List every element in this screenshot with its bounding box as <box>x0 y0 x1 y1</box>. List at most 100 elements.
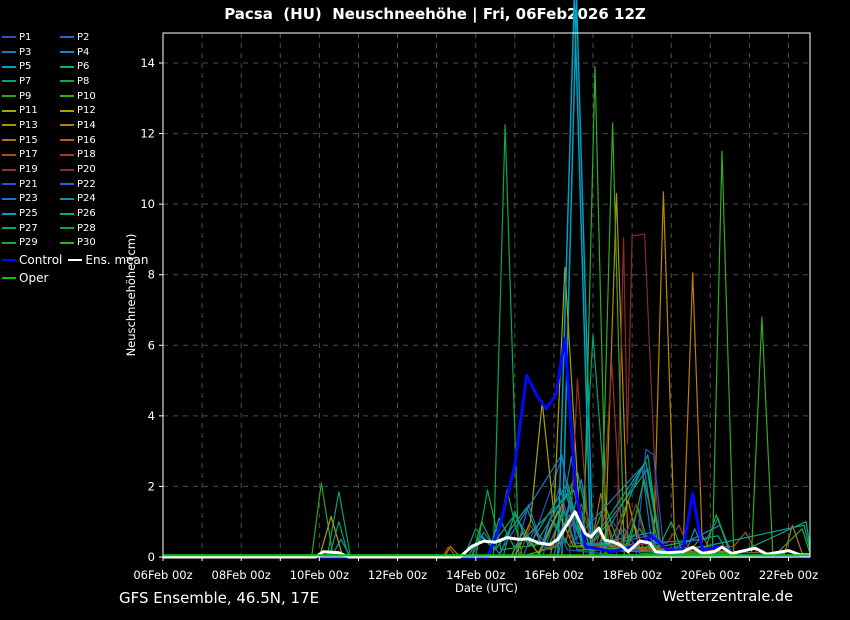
legend-swatch-icon <box>2 95 16 97</box>
legend-row: P5 P6 <box>2 59 155 74</box>
legend-item-p1: P1 <box>2 32 60 43</box>
legend-item-p27: P27 <box>2 223 60 234</box>
legend: P1 P2 P3 P4 P5 P6 P7 P8 P9 P10 P11 P12 P13P14 P15 P16 P… <box>2 30 155 286</box>
legend-swatch-icon <box>60 51 74 53</box>
legend-item-p4: P4 <box>60 47 118 58</box>
legend-swatch-icon <box>68 259 82 261</box>
x-tick-label: 08Feb 00z <box>212 568 271 582</box>
legend-row: Oper <box>2 270 155 286</box>
legend-item-p11: P11 <box>2 105 60 116</box>
legend-item-p18: P18 <box>60 149 118 160</box>
legend-label: P11 <box>19 105 38 116</box>
legend-row: P1 P2 <box>2 30 155 45</box>
legend-item-p20: P20 <box>60 164 118 175</box>
legend-swatch-icon <box>60 36 74 38</box>
legend-item-p8: P8 <box>60 76 118 87</box>
legend-swatch-icon <box>2 227 16 229</box>
legend-label: P4 <box>77 47 89 58</box>
legend-label: P15 <box>19 135 38 146</box>
series-line-p8 <box>163 125 810 557</box>
legend-item-p10: P10 <box>60 91 118 102</box>
legend-item-p22: P22 <box>60 179 118 190</box>
legend-item-p29: P29 <box>2 237 60 248</box>
legend-swatch-icon <box>2 110 16 112</box>
legend-swatch-icon <box>2 259 16 261</box>
legend-row: P17 P18 <box>2 148 155 163</box>
series-line-p10 <box>163 67 810 558</box>
legend-item-p5: P5 <box>2 61 60 72</box>
legend-label: P25 <box>19 208 38 219</box>
legend-swatch-icon <box>2 169 16 171</box>
legend-label: P19 <box>19 164 38 175</box>
legend-swatch-icon <box>2 139 16 141</box>
legend-swatch-icon <box>2 66 16 68</box>
legend-row: P27P28 <box>2 221 155 236</box>
legend-swatch-icon <box>60 110 74 112</box>
legend-row: P11 P12 <box>2 103 155 118</box>
legend-swatch-icon <box>2 124 16 126</box>
legend-item-p6: P6 <box>60 61 118 72</box>
legend-item-p24: P24 <box>60 193 118 204</box>
legend-label: P21 <box>19 179 38 190</box>
legend-label: Oper <box>19 271 48 285</box>
legend-row: P13P14 <box>2 118 155 133</box>
site-watermark: Wetterzentrale.de <box>662 589 793 605</box>
model-info-text: GFS Ensemble, 46.5N, 17E <box>119 589 319 607</box>
legend-item-p26: P26 <box>60 208 118 219</box>
legend-swatch-icon <box>60 227 74 229</box>
legend-row: P25 P26 <box>2 206 155 221</box>
legend-item-p19: P19 <box>2 164 60 175</box>
legend-swatch-icon <box>60 183 74 185</box>
x-tick-label: 06Feb 00z <box>133 568 192 582</box>
legend-swatch-icon <box>2 277 16 279</box>
legend-item-p7: P7 <box>2 76 60 87</box>
legend-row: P3 P4 <box>2 45 155 60</box>
legend-swatch-icon <box>60 242 74 244</box>
series-line-p30 <box>163 123 810 557</box>
legend-swatch-icon <box>60 198 74 200</box>
legend-swatch-icon <box>60 66 74 68</box>
x-tick-label: 18Feb 00z <box>602 568 661 582</box>
x-tick-label: 16Feb 00z <box>524 568 583 582</box>
x-tick-label: 10Feb 00z <box>290 568 349 582</box>
legend-label: P8 <box>77 76 89 87</box>
legend-swatch-icon <box>2 51 16 53</box>
legend-label: P10 <box>77 91 96 102</box>
legend-label: P26 <box>77 208 96 219</box>
legend-item-p12: P12 <box>60 105 118 116</box>
legend-label: P12 <box>77 105 96 116</box>
legend-swatch-icon <box>60 139 74 141</box>
legend-swatch-icon <box>2 36 16 38</box>
x-tick-label: 20Feb 00z <box>681 568 740 582</box>
legend-label: P9 <box>19 91 31 102</box>
legend-item-p21: P21 <box>2 179 60 190</box>
legend-swatch-icon <box>60 124 74 126</box>
legend-row: P21 P22 <box>2 177 155 192</box>
legend-swatch-icon <box>60 80 74 82</box>
legend-item-control: Control <box>2 253 62 267</box>
x-tick-label: 12Feb 00z <box>368 568 427 582</box>
legend-item-p28: P28 <box>60 223 118 234</box>
legend-swatch-icon <box>2 183 16 185</box>
legend-label: P16 <box>77 135 96 146</box>
legend-row: P19 P20 <box>2 162 155 177</box>
legend-label: P6 <box>77 61 89 72</box>
legend-label: P22 <box>77 179 96 190</box>
y-tick-label: 4 <box>148 409 155 423</box>
legend-item-oper: Oper <box>2 271 48 285</box>
legend-label: P3 <box>19 47 31 58</box>
legend-item-p2: P2 <box>60 32 118 43</box>
legend-row: P29P30 <box>2 236 155 251</box>
legend-label: P20 <box>77 164 96 175</box>
legend-label: P17 <box>19 149 38 160</box>
legend-swatch-icon <box>2 213 16 215</box>
legend-label: P23 <box>19 193 38 204</box>
legend-swatch-icon <box>2 80 16 82</box>
legend-label: P29 <box>19 237 38 248</box>
legend-label: P1 <box>19 32 31 43</box>
legend-swatch-icon <box>2 242 16 244</box>
legend-label: P7 <box>19 76 31 87</box>
legend-label: P24 <box>77 193 96 204</box>
legend-label: P14 <box>77 120 96 131</box>
legend-row: ControlEns. mean <box>2 252 155 268</box>
